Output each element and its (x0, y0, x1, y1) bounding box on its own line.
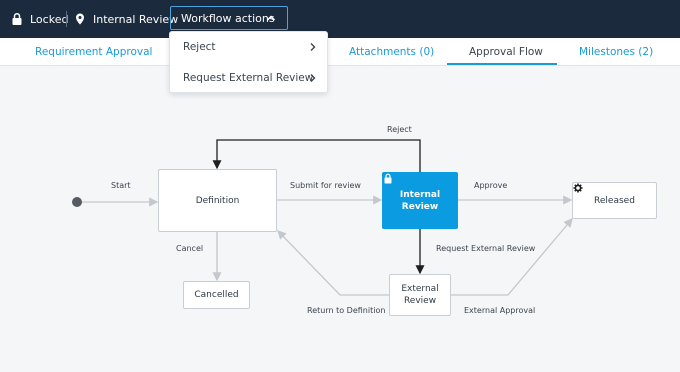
tab-attachments[interactable]: Attachments (0) (349, 46, 434, 58)
edge-label-external-approval: External Approval (464, 306, 536, 315)
node-external-review[interactable]: External Review (389, 274, 451, 316)
flow-connectors (72, 139, 573, 296)
node-internal-review[interactable]: Internal Review (382, 172, 458, 229)
lock-icon (384, 173, 392, 184)
edge-return-to-definition (277, 230, 389, 296)
locked-status: Locked (10, 10, 68, 28)
chevron-right-icon (310, 74, 316, 82)
node-released[interactable]: Released (572, 182, 657, 219)
edge-label-submit-for-review: Submit for review (290, 181, 361, 190)
workflow-actions-button[interactable]: Workflow actions (170, 6, 288, 30)
current-state-label: Internal Review (93, 12, 179, 26)
start-node (72, 197, 82, 207)
tab-bar: Requirement Approval Attachments (0) App… (0, 38, 680, 66)
location-pin-icon (76, 13, 84, 25)
edge-reject (212, 139, 421, 172)
status-divider (66, 11, 67, 27)
node-definition[interactable]: Definition (158, 169, 277, 232)
node-cancelled[interactable]: Cancelled (183, 281, 250, 309)
node-internal-review-line1: Internal (399, 189, 441, 200)
edge-label-request-external-review: Request External Review (436, 244, 536, 253)
approval-flow-diagram: Definition Internal Review Released Canc… (0, 67, 680, 372)
edge-label-approve: Approve (474, 181, 508, 190)
chevron-up-icon (266, 15, 276, 21)
node-external-review-line1: External (401, 284, 439, 294)
active-tab-indicator (447, 63, 557, 65)
menu-item-request-external-review[interactable]: Request External Review (170, 63, 327, 93)
node-definition-label: Definition (195, 195, 240, 206)
chevron-right-icon (310, 43, 316, 51)
current-state-status: Internal Review (73, 10, 178, 28)
edge-label-reject: Reject (387, 125, 412, 134)
app-root: Locked Internal Review Workflow actions … (0, 0, 680, 372)
tab-approval-flow[interactable]: Approval Flow (469, 46, 543, 58)
locked-label: Locked (30, 12, 69, 26)
node-internal-review-line2: Review (401, 201, 439, 212)
tab-requirement-approval[interactable]: Requirement Approval (35, 46, 152, 58)
workflow-actions-menu: Reject Request External Review (169, 31, 328, 93)
node-cancelled-label: Cancelled (194, 290, 239, 300)
node-external-review-line2: Review (403, 296, 437, 306)
edge-label-cancel: Cancel (176, 244, 204, 253)
edge-label-return-to-definition: Return to Definition (307, 306, 386, 315)
menu-item-reject[interactable]: Reject (170, 32, 327, 62)
edge-external-approval (451, 218, 573, 296)
menu-item-request-external-review-label: Request External Review (183, 72, 314, 84)
edge-label-start: Start (111, 181, 131, 190)
lock-icon (12, 12, 22, 25)
menu-item-reject-label: Reject (183, 41, 216, 53)
node-released-label: Released (594, 195, 635, 206)
workflow-actions-label: Workflow actions (181, 11, 275, 25)
header-bar: Locked Internal Review Workflow actions (0, 0, 680, 38)
gear-icon (573, 183, 583, 193)
tab-milestones[interactable]: Milestones (2) (579, 46, 653, 58)
